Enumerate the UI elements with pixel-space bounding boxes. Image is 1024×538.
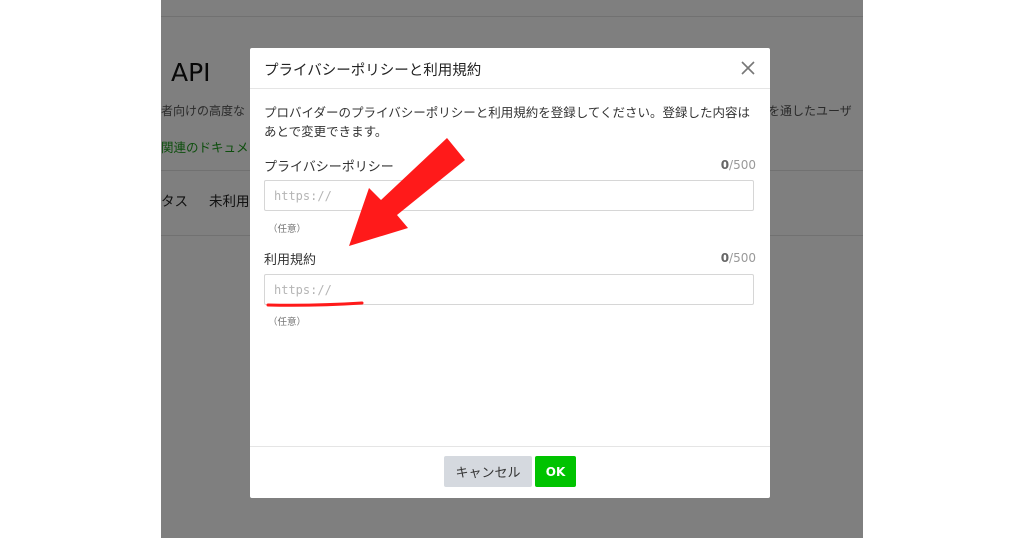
privacy-policy-optional-hint: （任意）	[268, 224, 307, 235]
privacy-policy-counter: 0/500	[721, 158, 756, 172]
privacy-policy-label: プライバシーポリシー	[264, 160, 394, 175]
privacy-policy-max: /500	[729, 158, 756, 172]
dialog-title: プライバシーポリシーと利用規約	[264, 63, 482, 79]
dialog-footer: キャンセル OK	[250, 446, 770, 499]
dialog-header: プライバシーポリシーと利用規約	[250, 48, 770, 89]
close-icon[interactable]	[738, 58, 758, 78]
terms-counter: 0/500	[721, 251, 756, 265]
terms-input[interactable]	[264, 274, 754, 305]
terms-optional-hint: （任意）	[268, 317, 307, 328]
terms-max: /500	[729, 251, 756, 265]
privacy-terms-dialog: プライバシーポリシーと利用規約 プロバイダーのプライバシーポリシーと利用規約を登…	[250, 48, 770, 498]
dialog-description: プロバイダーのプライバシーポリシーと利用規約を登録してください。登録した内容はあ…	[264, 105, 751, 139]
privacy-policy-input[interactable]	[264, 180, 754, 211]
terms-count: 0	[720, 251, 730, 265]
terms-label: 利用規約	[264, 253, 317, 268]
privacy-policy-count: 0	[720, 158, 730, 172]
cancel-button[interactable]: キャンセル	[444, 456, 532, 487]
ok-button[interactable]: OK	[535, 456, 576, 487]
